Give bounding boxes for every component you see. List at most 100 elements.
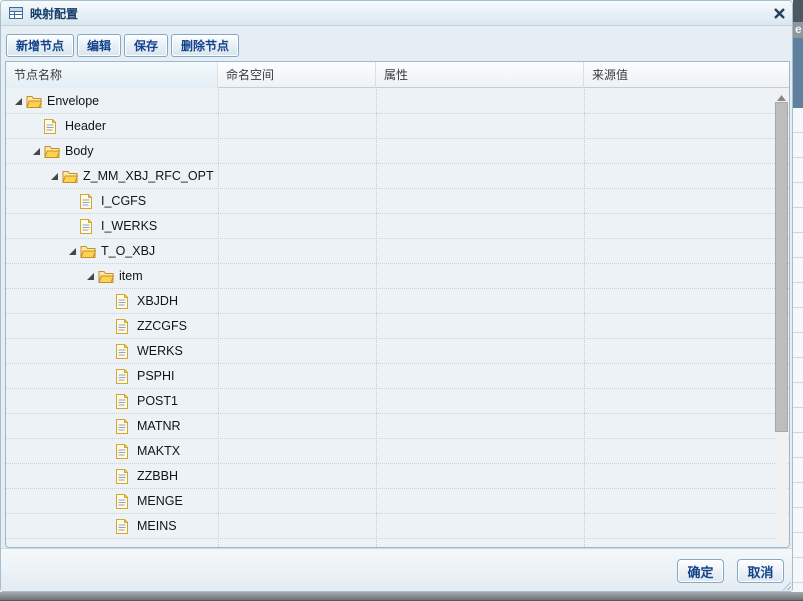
- column-header-namespace[interactable]: 命名空间: [218, 62, 376, 88]
- tree-node-label: MATNR: [137, 419, 181, 433]
- scroll-up-icon[interactable]: [775, 89, 788, 101]
- tree-row[interactable]: PSPHI: [6, 364, 789, 389]
- edit-button[interactable]: 编辑: [77, 34, 122, 57]
- expander-icon[interactable]: [64, 243, 80, 259]
- tree-node-label: item: [119, 269, 143, 283]
- tree-row[interactable]: Body: [6, 139, 789, 164]
- folder-icon: [80, 243, 97, 259]
- table-icon: [8, 5, 24, 21]
- background-bottom-bar: [0, 592, 803, 601]
- background-page-strip: e: [793, 0, 803, 592]
- document-icon: [116, 468, 133, 484]
- document-icon: [116, 518, 133, 534]
- tree-row[interactable]: Header: [6, 114, 789, 139]
- background-grid-rows: [793, 108, 803, 592]
- grid-body: Envelope Header Body Z_MM_XBJ_RFC_OPT I_CGFS…: [6, 89, 789, 547]
- tree-row[interactable]: MAKTX: [6, 439, 789, 464]
- folder-icon: [62, 168, 79, 184]
- tree-row[interactable]: T_O_XBJ: [6, 239, 789, 264]
- save-button[interactable]: 保存: [124, 34, 169, 57]
- delete-node-button[interactable]: 删除节点: [171, 34, 240, 57]
- document-icon: [116, 443, 133, 459]
- tree-node-label: MENGE: [137, 494, 183, 508]
- column-header-node-name[interactable]: 节点名称: [6, 62, 218, 88]
- background-panel-block: [793, 38, 803, 108]
- tree-row[interactable]: ZZCGFS: [6, 314, 789, 339]
- tree-node-label: Envelope: [47, 94, 100, 108]
- title-bar: 映射配置: [1, 1, 792, 26]
- tree-node-label: WERKS: [137, 344, 183, 358]
- document-icon: [44, 118, 61, 134]
- expander-icon[interactable]: [46, 168, 62, 184]
- mapping-config-dialog: 映射配置 新增节点 编辑 保存 删除节点 节点名称 命名空间 属性 来源值 En…: [0, 0, 793, 592]
- tree-row[interactable]: WERKS: [6, 339, 789, 364]
- tree-node-label: Z_MM_XBJ_RFC_OPT: [83, 169, 214, 183]
- toolbar: 新增节点 编辑 保存 删除节点: [6, 34, 240, 58]
- folder-icon: [26, 93, 43, 109]
- tree-node-label: Header: [65, 119, 106, 133]
- ok-button[interactable]: 确定: [677, 559, 724, 583]
- document-icon: [116, 493, 133, 509]
- grid-header: 节点名称 命名空间 属性 来源值: [6, 62, 789, 88]
- background-text-fragment: e: [793, 22, 803, 38]
- folder-icon: [98, 268, 115, 284]
- tree-row[interactable]: MATNR: [6, 414, 789, 439]
- column-header-attribute[interactable]: 属性: [376, 62, 584, 88]
- document-icon: [80, 218, 97, 234]
- cancel-button[interactable]: 取消: [737, 559, 784, 583]
- tree-row[interactable]: POST1: [6, 389, 789, 414]
- tree-node-label: MEINS: [137, 519, 177, 533]
- mapping-tree-grid: 节点名称 命名空间 属性 来源值 Envelope Header Body Z_MM_…: [5, 61, 790, 548]
- document-icon: [116, 343, 133, 359]
- tree-node-label: MAKTX: [137, 444, 181, 458]
- document-icon: [116, 393, 133, 409]
- tree-row[interactable]: ZZBBH: [6, 464, 789, 489]
- document-icon: [116, 368, 133, 384]
- dialog-title: 映射配置: [30, 6, 79, 21]
- tree-row[interactable]: XBJDH: [6, 289, 789, 314]
- background-header-bar: [793, 0, 803, 22]
- tree-row[interactable]: Envelope: [6, 89, 789, 114]
- tree-node-label: POST1: [137, 394, 178, 408]
- tree-node-label: Body: [65, 144, 94, 158]
- expander-icon[interactable]: [82, 268, 98, 284]
- add-node-button[interactable]: 新增节点: [6, 34, 75, 57]
- expander-icon[interactable]: [28, 143, 44, 159]
- tree-row[interactable]: item: [6, 264, 789, 289]
- folder-icon: [44, 143, 61, 159]
- tree-row[interactable]: I_CGFS: [6, 189, 789, 214]
- document-icon: [116, 293, 133, 309]
- tree-node-label: ZZBBH: [137, 469, 178, 483]
- expander-icon[interactable]: [10, 93, 26, 109]
- tree-row[interactable]: Z_MM_XBJ_RFC_OPT: [6, 164, 789, 189]
- scrollbar-thumb[interactable]: [775, 102, 788, 432]
- vertical-scrollbar[interactable]: [775, 89, 788, 545]
- tree-row[interactable]: I_WERKS: [6, 214, 789, 239]
- footer-bar: 确定 取消: [1, 548, 792, 591]
- column-header-source-value[interactable]: 来源值: [584, 62, 789, 88]
- tree-node-label: I_CGFS: [101, 194, 147, 208]
- document-icon: [80, 193, 97, 209]
- tree-node-label: PSPHI: [137, 369, 175, 383]
- tree-node-label: XBJDH: [137, 294, 178, 308]
- tree-node-label: T_O_XBJ: [101, 244, 156, 258]
- tree-row[interactable]: MENGE: [6, 489, 789, 514]
- tree-node-label: I_WERKS: [101, 219, 158, 233]
- document-icon: [116, 318, 133, 334]
- tree-rows: Envelope Header Body Z_MM_XBJ_RFC_OPT I_CGFS…: [6, 89, 789, 539]
- tree-node-label: ZZCGFS: [137, 319, 187, 333]
- tree-row[interactable]: MEINS: [6, 514, 789, 539]
- document-icon: [116, 418, 133, 434]
- close-icon[interactable]: [771, 5, 787, 21]
